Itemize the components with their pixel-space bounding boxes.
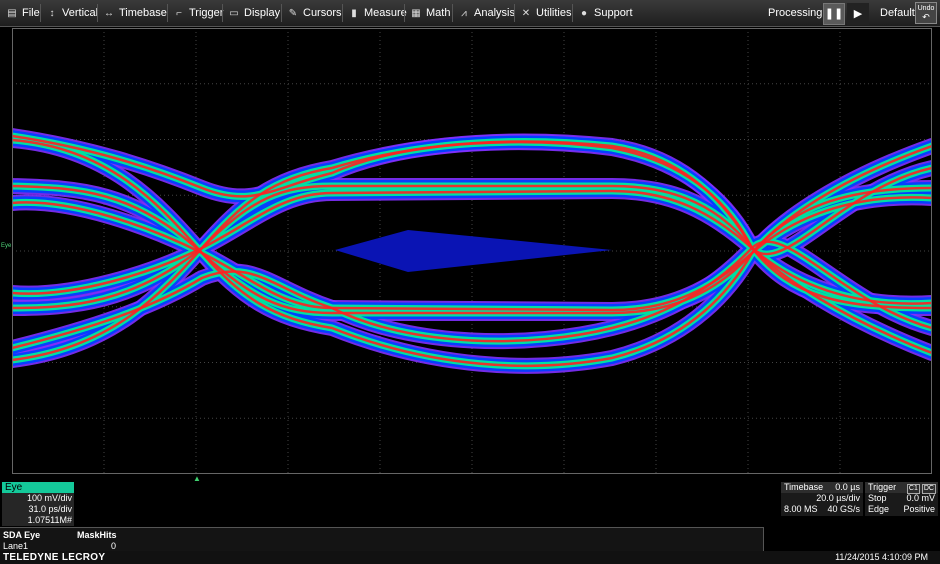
timebase-sample-rate: 40 GS/s <box>827 504 860 514</box>
play-icon: ▶ <box>853 8 863 20</box>
run-button[interactable]: ▶ <box>847 3 869 25</box>
timebase-samples: 8.00 MS <box>784 504 818 514</box>
menu-separator <box>97 4 98 22</box>
timebase-per-div: 20.0 µs/div <box>816 493 860 503</box>
menu-utilities[interactable]: ✕ Utilities <box>520 0 572 26</box>
date-time: 11/24/2015 4:10:09 PM <box>835 552 928 562</box>
menu-separator <box>404 4 405 22</box>
trigger-position-marker: ▲ <box>193 474 201 483</box>
pause-icon: ❚❚ <box>824 8 844 20</box>
trigger-edge-icon: ⌐ <box>176 8 182 19</box>
menu-file[interactable]: ▤ File <box>6 0 39 26</box>
calculator-icon: ▦ <box>411 8 421 19</box>
tools-icon: ✕ <box>521 8 531 19</box>
trigger-level: 0.0 mV <box>906 493 935 503</box>
menu-support[interactable]: ● Support <box>578 0 633 26</box>
sweep-count: 1.07511M# <box>27 515 72 525</box>
menu-separator <box>514 4 515 22</box>
results-row-value: 0 <box>111 541 117 551</box>
results-header-maskhits: MaskHits <box>77 530 117 540</box>
time-per-div: 31.0 ps/div <box>28 504 72 514</box>
undo-icon: ↶ <box>922 12 930 22</box>
eye-trace-descriptor[interactable]: Eye 100 mV/div 31.0 ps/div 1.07511M# <box>2 482 74 526</box>
document-icon: ▤ <box>7 8 17 19</box>
vertical-arrows-icon: ↕ <box>49 8 55 19</box>
menu-separator <box>167 4 168 22</box>
default-label: Default: <box>880 7 918 19</box>
menu-separator <box>452 4 453 22</box>
menu-vertical[interactable]: ↕ Vertical <box>46 0 99 26</box>
pause-button[interactable]: ❚❚ <box>823 3 845 25</box>
chart-icon: ⩘ <box>461 8 467 19</box>
trigger-slope: Positive <box>903 504 935 514</box>
trigger-mode: Stop <box>868 493 887 503</box>
volts-per-div: 100 mV/div <box>26 493 72 503</box>
status-bar: TELEDYNE LECROY 11/24/2015 4:10:09 PM <box>0 551 940 564</box>
timebase-delay: 0.0 µs <box>835 482 860 492</box>
results-table[interactable]: SDA Eye MaskHits Lane1 0 <box>0 527 764 551</box>
menu-display[interactable]: ▭ Display <box>228 0 280 26</box>
trigger-title: Trigger <box>868 482 897 492</box>
timebase-descriptor[interactable]: Timebase 0.0 µs 20.0 µs/div 8.00 MS 40 GS… <box>781 482 863 516</box>
cursor-icon: ✎ <box>288 8 298 19</box>
horizontal-arrows-icon: ↔ <box>104 8 114 19</box>
menu-analysis[interactable]: ⩘ Analysis <box>458 0 515 26</box>
results-row-label: Lane1 <box>3 541 29 551</box>
menu-separator <box>222 4 223 22</box>
help-icon: ● <box>580 8 588 19</box>
trigger-type: Edge <box>868 504 890 514</box>
timebase-title: Timebase <box>784 482 824 492</box>
menu-cursors[interactable]: ✎ Cursors <box>287 0 342 26</box>
menu-separator <box>281 4 282 22</box>
menu-trigger[interactable]: ⌐ Trigger <box>173 0 223 26</box>
processing-label: Processing: <box>768 7 826 19</box>
eye-trace-title: Eye <box>2 482 74 493</box>
menu-separator <box>572 4 573 22</box>
undo-button[interactable]: Undo ↶ <box>915 2 937 24</box>
channel-marker: Eye <box>1 243 12 249</box>
menu-bar: ▤ File ↕ Vertical ↔ Timebase ⌐ Trigger ▭ Disp… <box>0 0 940 27</box>
menu-separator <box>342 4 343 22</box>
monitor-icon: ▭ <box>229 8 239 19</box>
ruler-icon: ▮ <box>351 8 357 19</box>
menu-measure[interactable]: ▮ Measure <box>348 0 407 26</box>
menu-math[interactable]: ▦ Math <box>410 0 450 26</box>
grid-frame <box>12 28 932 474</box>
menu-separator <box>40 4 41 22</box>
brand-logo: TELEDYNE LECROY <box>3 552 106 563</box>
menu-timebase[interactable]: ↔ Timebase <box>103 0 167 26</box>
results-header-sda-eye: SDA Eye <box>3 530 41 540</box>
trigger-descriptor[interactable]: Trigger C1 DC Stop 0.0 mV Edge Positive <box>865 482 938 516</box>
